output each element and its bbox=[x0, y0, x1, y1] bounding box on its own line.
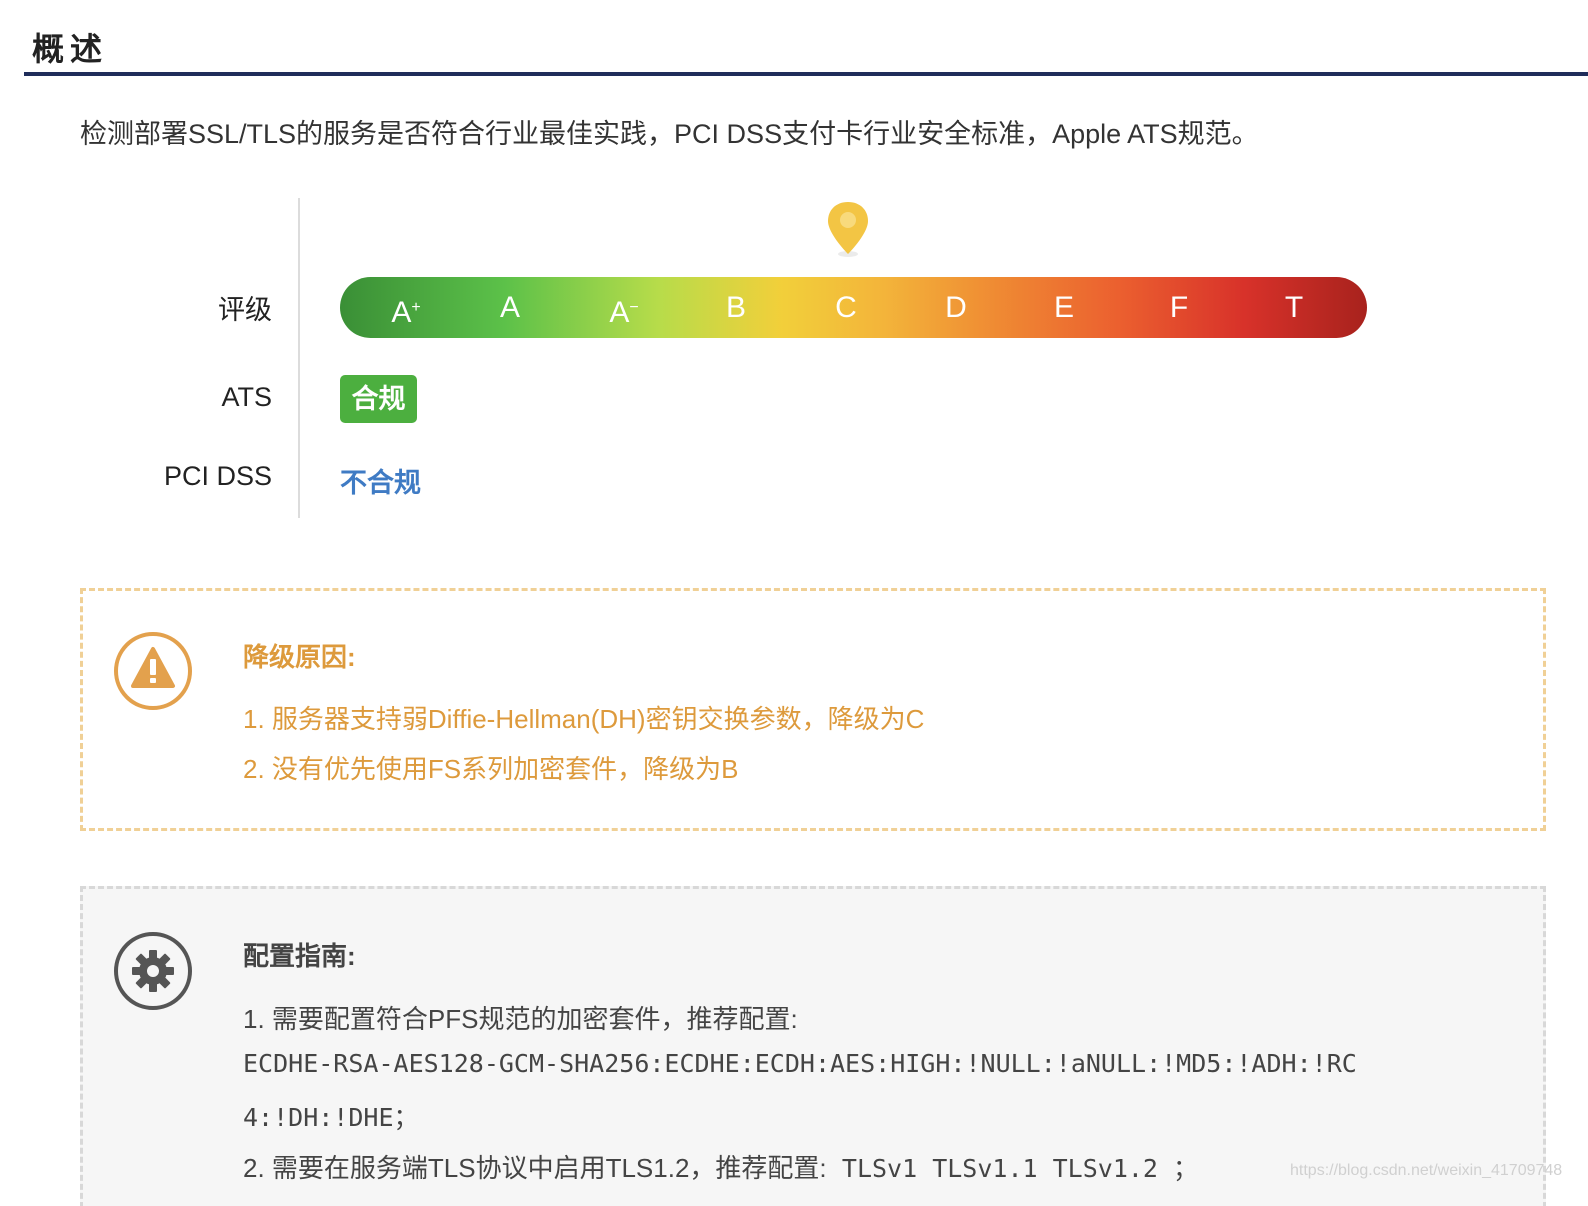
grade-scale-bar: A+ A A− B C D E F T bbox=[340, 277, 1367, 338]
grade-f: F bbox=[1169, 291, 1189, 324]
overview-description: 检测部署SSL/TLS的服务是否符合行业最佳实践，PCI DSS支付卡行业安全标… bbox=[80, 119, 1259, 149]
guide-item-2: 2. 需要在服务端TLS协议中启用TLS1.2，推荐配置: TLSv1 TLSv… bbox=[243, 1148, 1198, 1185]
config-guide-box: 配置指南: 1. 需要配置符合PFS规范的加密套件，推荐配置: ECDHE-RS… bbox=[80, 886, 1546, 1206]
section-header: 概述 bbox=[24, 22, 1588, 76]
grade-d: D bbox=[945, 291, 967, 324]
grade-t: T bbox=[1284, 291, 1304, 324]
ats-status-badge: 合规 bbox=[340, 375, 417, 423]
downgrade-reason-2: 2. 没有优先使用FS系列加密套件，降级为B bbox=[243, 754, 739, 784]
guide-item-1: 1. 需要配置符合PFS规范的加密套件，推荐配置: bbox=[243, 1004, 798, 1034]
grade-b: B bbox=[725, 291, 746, 324]
downgrade-reason-1: 1. 服务器支持弱Diffie-Hellman(DH)密钥交换参数，降级为C bbox=[243, 704, 925, 734]
cipher-suite-line-2: 4:!DH:!DHE； bbox=[243, 1103, 419, 1132]
ats-label: ATS bbox=[221, 382, 272, 412]
warning-icon bbox=[114, 632, 192, 710]
config-guide-title: 配置指南: bbox=[243, 941, 356, 971]
grade-e: E bbox=[1053, 291, 1074, 324]
downgrade-title: 降级原因: bbox=[243, 642, 356, 672]
pci-dss-status: 不合规 bbox=[340, 468, 421, 498]
cipher-suite-line-1: ECDHE-RSA-AES128-GCM-SHA256:ECDHE:ECDH:A… bbox=[243, 1049, 1357, 1078]
pci-dss-label: PCI DSS bbox=[163, 461, 272, 491]
grade-a: A bbox=[499, 291, 520, 324]
label-divider bbox=[298, 198, 300, 518]
grade-a-minus: A− bbox=[609, 296, 639, 329]
grade-c: C bbox=[835, 291, 857, 324]
grade-pin-icon bbox=[828, 202, 868, 257]
rating-label: 评级 bbox=[218, 295, 272, 325]
gear-icon bbox=[114, 932, 192, 1010]
watermark-url: https://blog.csdn.net/weixin_41709748 bbox=[1290, 1162, 1563, 1179]
guide-item-2-code: TLSv1 TLSv1.1 TLSv1.2 ； bbox=[841, 1154, 1199, 1183]
downgrade-reasons-box: 降级原因: 1. 服务器支持弱Diffie-Hellman(DH)密钥交换参数，… bbox=[80, 588, 1546, 831]
section-title: 概述 bbox=[32, 31, 109, 67]
grade-a-minusplus: A+ bbox=[391, 296, 421, 329]
guide-item-2-text: 2. 需要在服务端TLS协议中启用TLS1.2，推荐配置: bbox=[243, 1153, 827, 1183]
